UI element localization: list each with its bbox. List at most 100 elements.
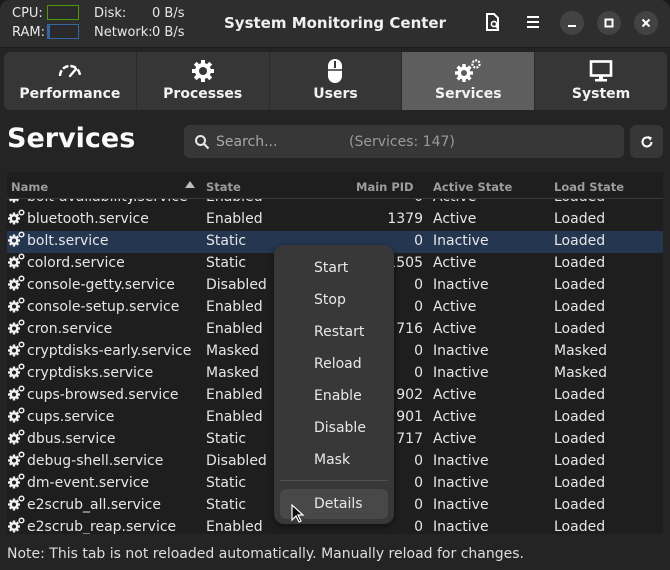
tab-performance[interactable]: Performance <box>4 52 137 110</box>
ram-meter <box>47 24 79 39</box>
service-active-state: Active <box>433 199 476 205</box>
service-main-pid: 717 <box>396 431 423 447</box>
service-active-state: Inactive <box>433 343 489 359</box>
column-header-name[interactable]: Name <box>11 180 48 194</box>
speedometer-icon <box>58 64 82 78</box>
services-count: (Services: 147) <box>349 133 455 150</box>
service-gears-icon <box>8 473 25 489</box>
mouse-icon <box>328 59 343 83</box>
menu-item-disable[interactable]: Disable <box>280 413 388 443</box>
service-name: dm-event.service <box>27 475 150 491</box>
service-load-state: Loaded <box>554 255 606 271</box>
service-active-state: Inactive <box>433 497 489 513</box>
service-active-state: Active <box>433 431 477 447</box>
column-header-main-pid[interactable]: Main PID <box>356 180 414 194</box>
service-active-state: Active <box>433 299 477 315</box>
service-main-pid: 1379 <box>387 211 423 227</box>
tab-label: System <box>571 86 631 102</box>
tab-processes[interactable]: Processes <box>137 52 270 110</box>
service-state: Enabled <box>206 387 263 403</box>
menu-item-mask[interactable]: Mask <box>280 445 388 475</box>
service-active-state: Active <box>433 387 477 403</box>
floating-summary-button[interactable] <box>480 9 506 35</box>
service-load-state: Loaded <box>554 233 606 249</box>
service-name: colord.service <box>27 255 125 271</box>
cpu-meter <box>47 5 79 20</box>
service-load-state: Masked <box>554 343 608 359</box>
service-active-state: Inactive <box>433 453 489 469</box>
document-search-icon <box>486 13 499 31</box>
column-header-state[interactable]: State <box>206 180 241 194</box>
service-name: console-setup.service <box>27 299 180 315</box>
context-menu: Start Stop Restart Reload Enable Disable… <box>274 245 394 524</box>
service-gears-icon <box>8 297 25 313</box>
tab-services[interactable]: Services <box>402 52 536 110</box>
service-name: cups-browsed.service <box>27 387 179 403</box>
mouse-pointer-icon <box>291 504 305 523</box>
close-button[interactable] <box>634 11 658 35</box>
service-state: Static <box>206 497 247 513</box>
table-header: Name State Main PID Active State Load St… <box>7 172 663 199</box>
tab-label: Users <box>313 86 358 102</box>
service-gears-icon <box>8 495 25 511</box>
menu-item-restart[interactable]: Restart <box>280 317 388 347</box>
service-name: debug-shell.service <box>27 453 164 469</box>
footer-note: Note: This tab is not reloaded automatic… <box>7 546 524 562</box>
service-main-pid: 0 <box>414 475 423 491</box>
service-load-state: Loaded <box>554 299 606 315</box>
service-state: Enabled <box>206 211 263 227</box>
service-gears-icon <box>8 407 25 423</box>
main-menu-button[interactable] <box>520 9 546 35</box>
service-state: Static <box>206 431 247 447</box>
maximize-button[interactable] <box>597 11 621 35</box>
tab-label: Services <box>435 86 502 102</box>
disk-label: Disk: <box>94 6 127 21</box>
column-header-active-state[interactable]: Active State <box>433 180 512 194</box>
service-active-state: Inactive <box>433 519 489 534</box>
service-main-pid: 716 <box>396 321 423 337</box>
service-gears-icon <box>8 517 25 533</box>
table-row[interactable]: bluetooth.service Enabled 1379 Active Loaded <box>7 209 663 231</box>
service-load-state: Loaded <box>554 277 606 293</box>
service-gears-icon <box>8 209 25 225</box>
service-name: cryptdisks.service <box>27 365 154 381</box>
menu-item-stop[interactable]: Stop <box>280 285 388 315</box>
service-main-pid: 0 <box>414 233 423 249</box>
service-state: Masked <box>206 343 260 359</box>
service-state: Static <box>206 255 247 271</box>
service-state: Disabled <box>206 453 267 469</box>
service-load-state: Loaded <box>554 431 606 447</box>
network-value: 0 B/s <box>152 25 185 40</box>
search-box[interactable]: (Services: 147) <box>184 125 624 158</box>
service-gears-icon <box>8 429 25 445</box>
column-header-load-state[interactable]: Load State <box>554 180 624 194</box>
page-title: Services <box>7 123 136 154</box>
tab-system[interactable]: System <box>535 52 667 110</box>
service-main-pid: 0 <box>414 453 423 469</box>
service-state: Static <box>206 233 247 249</box>
service-name: bolt-availability.service <box>27 199 188 205</box>
refresh-button[interactable] <box>630 125 663 158</box>
service-name: cron.service <box>27 321 113 337</box>
service-active-state: Inactive <box>433 233 489 249</box>
service-gears-icon <box>8 319 25 335</box>
service-state: Enabled <box>206 321 263 337</box>
service-active-state: Active <box>433 409 477 425</box>
service-gears-icon <box>8 275 25 291</box>
tab-users[interactable]: Users <box>270 52 403 110</box>
service-state: Enabled <box>206 519 263 534</box>
service-name: cups.service <box>27 409 115 425</box>
search-input[interactable] <box>216 133 326 150</box>
tab-label: Performance <box>19 86 121 102</box>
service-state: Masked <box>206 365 260 381</box>
service-name: bluetooth.service <box>27 211 149 227</box>
menu-item-start[interactable]: Start <box>280 253 388 283</box>
menu-item-enable[interactable]: Enable <box>280 381 388 411</box>
search-icon <box>195 134 210 149</box>
minimize-button[interactable] <box>560 11 584 35</box>
table-row[interactable]: bolt-availability.service Enabled 0 Active L… <box>7 199 663 209</box>
menu-item-reload[interactable]: Reload <box>280 349 388 379</box>
service-gears-icon <box>8 451 25 467</box>
service-load-state: Loaded <box>554 409 606 425</box>
service-main-pid: 0 <box>414 277 423 293</box>
